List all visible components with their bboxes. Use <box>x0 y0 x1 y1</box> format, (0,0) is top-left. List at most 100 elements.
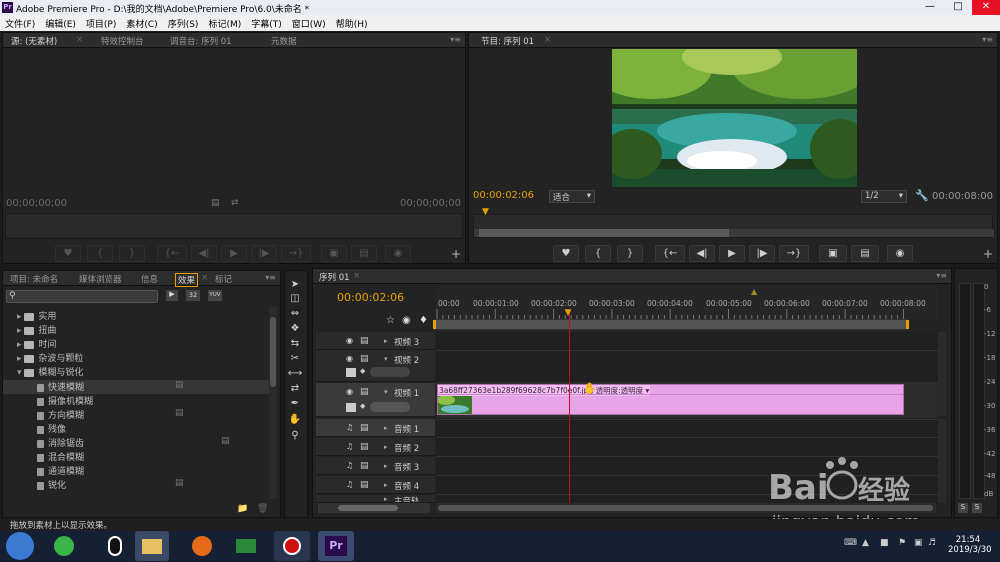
step-forward-button[interactable]: |▶ <box>749 245 775 262</box>
lock-icon[interactable]: ▤ <box>360 387 369 397</box>
keyboard-icon[interactable]: ⌨ <box>844 538 857 548</box>
add-button-icon[interactable]: + <box>983 247 993 261</box>
panel-menu-icon[interactable]: ▾≡ <box>936 271 947 280</box>
menu-clip[interactable]: 素材(C) <box>121 15 162 30</box>
network-icon[interactable]: ▣ <box>914 538 923 548</box>
film-icon[interactable]: ▤ <box>211 198 220 208</box>
go-to-in-button[interactable]: {← <box>655 245 685 262</box>
play-button[interactable]: ▶ <box>719 245 745 262</box>
rate-stretch-tool-icon[interactable]: ⇆ <box>287 337 303 351</box>
maximize-button[interactable]: □ <box>944 0 972 15</box>
flag-icon[interactable]: ⚑ <box>898 538 906 548</box>
add-marker-button[interactable]: ♥ <box>55 245 81 262</box>
collapse-icon[interactable]: ▾ <box>384 355 388 363</box>
tab-metadata[interactable]: 元数据 <box>271 35 297 47</box>
tab-project[interactable]: 项目: 未命名 <box>10 273 58 285</box>
speaker-icon[interactable]: ♫ <box>346 442 353 451</box>
program-video-frame[interactable] <box>612 49 857 187</box>
expand-icon[interactable]: ▸ <box>384 462 388 470</box>
expand-icon[interactable]: ▸ <box>384 481 388 489</box>
export-frame-button[interactable]: ◉ <box>887 245 913 262</box>
usb-icon[interactable]: ■ <box>880 538 889 548</box>
lock-icon[interactable]: ▤ <box>360 461 369 471</box>
lift-button[interactable]: ▣ <box>819 245 847 262</box>
tab-sequence[interactable]: 序列 01 <box>319 271 350 283</box>
ripple-edit-tool-icon[interactable]: ⇔ <box>287 307 303 321</box>
tab-info[interactable]: 信息 <box>141 273 158 285</box>
lock-icon[interactable]: ▤ <box>360 354 369 364</box>
tree-item-channel-blur[interactable]: 通道模糊 <box>3 464 271 478</box>
effects-scrollbar[interactable] <box>269 307 277 499</box>
snap-icon[interactable]: ☆ <box>386 315 395 326</box>
clock[interactable]: 21:54 2019/3/30 <box>948 535 992 555</box>
panel-menu-icon[interactable]: ▾≡ <box>982 35 993 44</box>
volume-icon[interactable]: ♬ <box>928 538 936 548</box>
qq-icon[interactable] <box>99 531 131 561</box>
expand-icon[interactable]: ▸ <box>384 424 388 432</box>
tab-media-browser[interactable]: 媒体浏览器 <box>79 273 122 285</box>
solo-right-button[interactable]: S <box>972 503 982 513</box>
effects-search-input[interactable]: ⚲ <box>6 290 158 303</box>
menu-window[interactable]: 窗口(W) <box>287 15 331 30</box>
work-area-bar[interactable] <box>433 319 909 330</box>
collapse-icon[interactable]: ▾ <box>384 388 388 396</box>
overlay-button[interactable]: ▤ <box>351 245 377 262</box>
rolling-edit-tool-icon[interactable]: ❖ <box>287 322 303 336</box>
premiere-taskbar-button[interactable]: Pr <box>318 531 354 561</box>
tree-item-utility[interactable]: ▸ 实用 <box>3 309 271 323</box>
track-select-tool-icon[interactable]: ◫ <box>287 292 303 306</box>
speaker-icon[interactable]: ♫ <box>346 461 353 470</box>
eye-icon[interactable]: ◉ <box>346 354 353 363</box>
track-video-2[interactable]: ◉ ▤ ▾ 视频 2 ◆ <box>316 350 435 382</box>
settings-icon[interactable]: ⇄ <box>231 198 239 208</box>
tree-item-fast-blur[interactable]: 快速模糊 ▤ <box>3 380 271 394</box>
browser-360-icon[interactable] <box>48 531 80 561</box>
speaker-icon[interactable]: ♫ <box>346 480 353 489</box>
menu-edit[interactable]: 编辑(E) <box>40 15 81 30</box>
keyframe-icon[interactable]: ◆ <box>360 402 365 410</box>
track-audio-4[interactable]: ♫ ▤ ▸ 音频 4 <box>316 476 435 494</box>
tree-item-distort[interactable]: ▸ 扭曲 <box>3 323 271 337</box>
slip-tool-icon[interactable]: ⟷ <box>287 367 303 381</box>
solo-left-button[interactable]: S <box>958 503 968 513</box>
playhead-line[interactable] <box>568 310 570 503</box>
menu-sequence[interactable]: 序列(S) <box>163 15 204 30</box>
lock-icon[interactable]: ▤ <box>360 480 369 490</box>
tree-item-blur-sharpen[interactable]: ▾ 模糊与锐化 <box>3 365 271 379</box>
track-master[interactable]: ▸ 主音轨 <box>316 495 435 503</box>
keyframe-icon[interactable]: ◆ <box>360 367 365 375</box>
program-timeline-ruler[interactable]: ▼ <box>473 207 994 238</box>
menu-project[interactable]: 项目(P) <box>81 15 121 30</box>
mark-out-button[interactable]: } <box>617 245 643 262</box>
insert-button[interactable]: ▣ <box>321 245 347 262</box>
track-video-3[interactable]: ◉ ▤ ▸ 视频 3 <box>316 332 435 350</box>
program-timecode[interactable]: 00:00:02:06 <box>473 190 534 201</box>
keyframe-nav[interactable] <box>370 367 410 377</box>
video-clip[interactable]: 3a68ff27363e1b289f69628c7b7f0e0f.jpg 透明度… <box>437 382 904 415</box>
source-timeline-ruler[interactable] <box>5 213 463 239</box>
start-button[interactable] <box>6 532 34 560</box>
tree-item-ghosting[interactable]: 残像 <box>3 422 271 436</box>
delete-icon[interactable]: 🗑 <box>257 504 268 514</box>
step-back-button[interactable]: ◀| <box>689 245 715 262</box>
go-to-out-button[interactable]: →} <box>281 245 311 262</box>
work-area-marker-icon[interactable]: ▲ <box>751 287 757 296</box>
pen-tool-icon[interactable]: ✒ <box>287 397 303 411</box>
step-back-button[interactable]: ◀| <box>191 245 217 262</box>
step-forward-button[interactable]: |▶ <box>251 245 277 262</box>
wrench-icon[interactable]: 🔧 <box>915 189 929 202</box>
firefox-icon[interactable] <box>186 531 218 561</box>
tray-arrow-icon[interactable]: ▲ <box>862 538 869 548</box>
resolution-dropdown[interactable]: 1/2 ▾ <box>861 190 907 203</box>
track-video-1[interactable]: ◉ ▤ ▾ 视频 1 ◆ <box>316 383 435 417</box>
recorder-icon[interactable] <box>274 531 310 561</box>
zoom-tool-icon[interactable]: ⚲ <box>287 429 303 443</box>
speaker-icon[interactable]: ♫ <box>346 423 353 432</box>
tree-item-camera-blur[interactable]: 摄像机模糊 <box>3 394 271 408</box>
timeline-zoom-slider[interactable] <box>318 503 430 513</box>
lock-icon[interactable]: ▤ <box>360 336 369 346</box>
menu-file[interactable]: 文件(F) <box>0 15 40 30</box>
expand-icon[interactable]: ▸ <box>384 337 388 345</box>
playhead-head-icon[interactable]: ▼ <box>565 308 572 318</box>
track-audio-3[interactable]: ♫ ▤ ▸ 音频 3 <box>316 457 435 475</box>
